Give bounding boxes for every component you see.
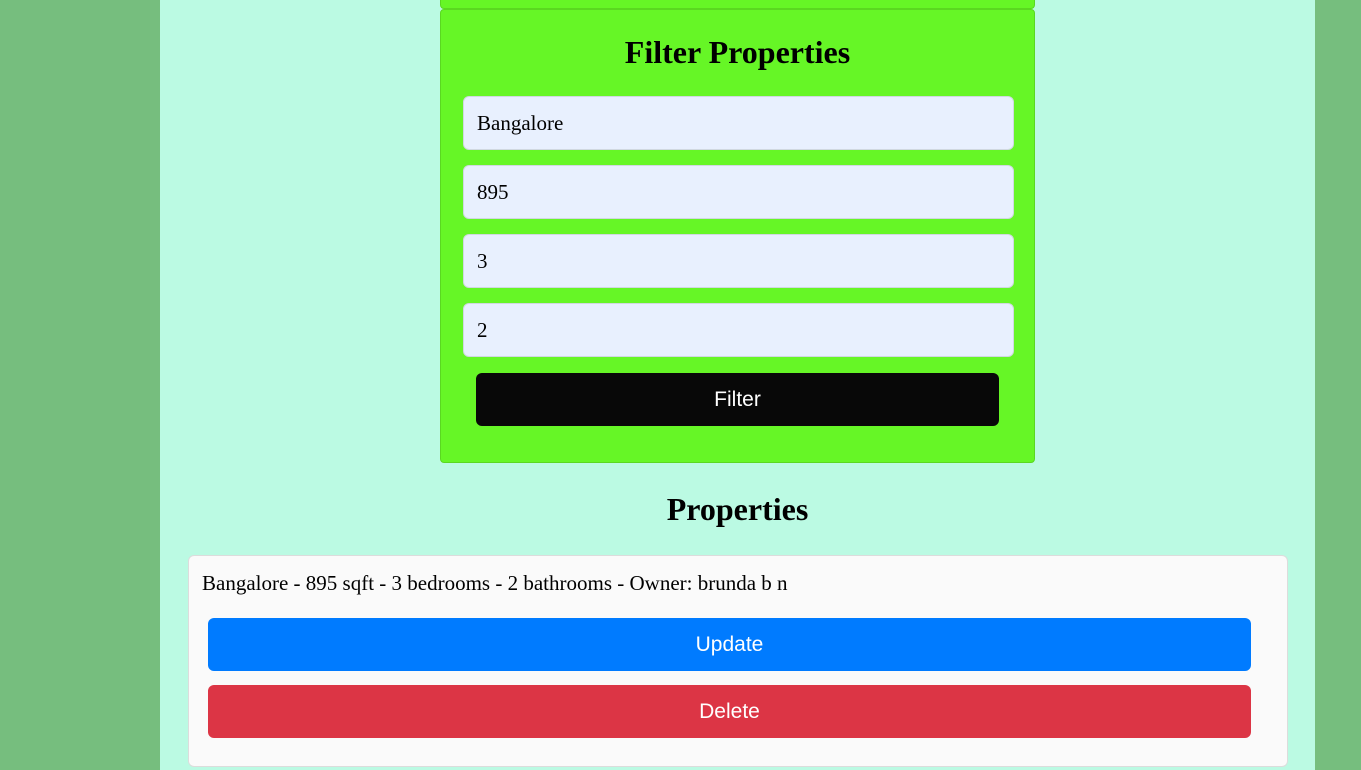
- property-list-item: Bangalore - 895 sqft - 3 bedrooms - 2 ba…: [188, 555, 1288, 767]
- previous-form-card: [440, 0, 1035, 9]
- properties-title: Properties: [666, 491, 809, 527]
- bedrooms-input[interactable]: [463, 234, 1014, 288]
- filter-title: Filter Properties: [624, 34, 851, 70]
- update-button[interactable]: Update: [208, 618, 1251, 671]
- main-content: Filter Properties Filter Properties Bang…: [160, 0, 1315, 770]
- delete-button[interactable]: Delete: [208, 685, 1251, 738]
- property-summary: Bangalore - 895 sqft - 3 bedrooms - 2 ba…: [202, 571, 788, 595]
- location-input[interactable]: [463, 96, 1014, 150]
- bathrooms-input[interactable]: [463, 303, 1014, 357]
- filter-button[interactable]: Filter: [476, 373, 999, 426]
- area-input[interactable]: [463, 165, 1014, 219]
- filter-form: Filter Properties Filter: [440, 9, 1035, 463]
